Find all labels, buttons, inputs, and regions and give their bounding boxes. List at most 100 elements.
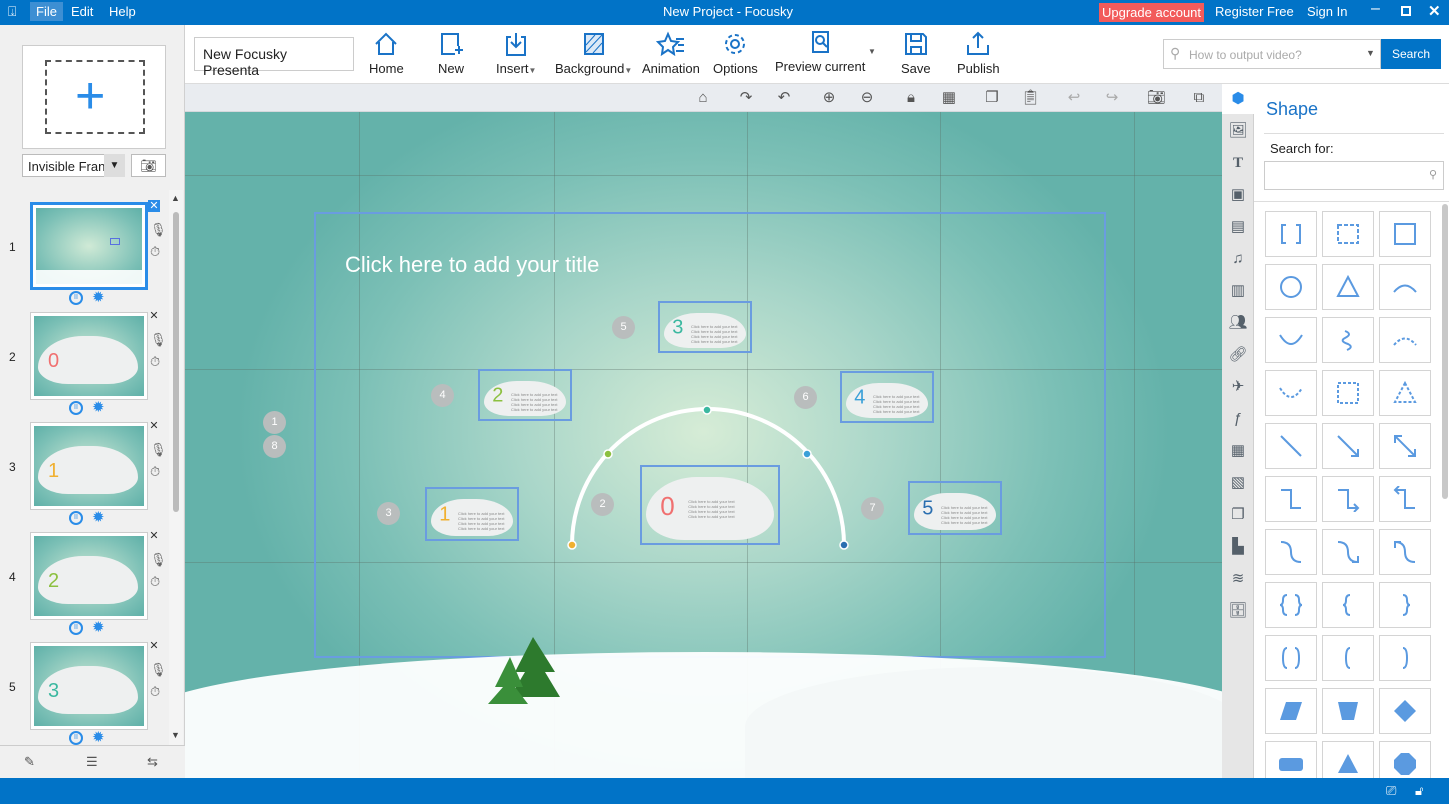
presenter-icon[interactable]: ⎚ bbox=[1386, 783, 1396, 799]
undo-icon[interactable]: ↩ bbox=[1065, 89, 1083, 107]
chart-tab-icon[interactable]: ▥ bbox=[1228, 281, 1248, 301]
search-button[interactable]: Search bbox=[1381, 39, 1441, 69]
shape-arc[interactable] bbox=[1379, 264, 1431, 310]
timer-icon[interactable]: ⏱︎ bbox=[150, 354, 160, 370]
shape-rectangle[interactable] bbox=[1379, 211, 1431, 257]
background-button[interactable]: Background▼ bbox=[555, 31, 632, 76]
plane-tab-icon[interactable]: ✈ bbox=[1228, 377, 1248, 397]
path-step-badge[interactable]: 5 bbox=[612, 316, 635, 339]
redo-icon[interactable]: ↪ bbox=[1103, 89, 1121, 107]
slide-thumbnail[interactable]: 0 bbox=[30, 312, 148, 400]
shape-dashed-curved-arrow[interactable] bbox=[1265, 370, 1317, 416]
shape-search-input[interactable]: ⚲ bbox=[1264, 161, 1444, 190]
timer-icon[interactable]: ⏱︎ bbox=[150, 244, 160, 260]
home-button[interactable]: Home bbox=[369, 31, 404, 76]
rotate-right-icon[interactable]: ↷ bbox=[737, 89, 755, 107]
slide-item[interactable]: 2 0 ✕ 🎙︎ ⏱︎ II ✹ bbox=[0, 310, 185, 422]
timer-icon[interactable]: ⏱︎ bbox=[150, 574, 160, 590]
project-name-input[interactable]: New Focusky Presenta bbox=[194, 37, 354, 78]
flash-tab-icon[interactable]: ƒ bbox=[1228, 409, 1248, 429]
presentation-canvas[interactable]: Click here to add your title 0 Click her… bbox=[185, 112, 1222, 778]
register-free-link[interactable]: Register Free bbox=[1215, 4, 1294, 19]
pause-icon[interactable]: II bbox=[69, 511, 83, 525]
insert-button[interactable]: Insert▼ bbox=[496, 31, 536, 76]
cloud-frame[interactable]: 0 Click here to add your text Click here … bbox=[640, 465, 780, 545]
shape-dashed-rectangle[interactable] bbox=[1322, 370, 1374, 416]
link-tab-icon[interactable]: 🔗︎ bbox=[1228, 345, 1248, 365]
gear-icon[interactable]: ✹ bbox=[92, 398, 105, 416]
microphone-icon[interactable]: 🎙︎ bbox=[150, 332, 167, 348]
pause-icon[interactable]: II bbox=[69, 621, 83, 635]
save-button[interactable]: Save bbox=[901, 31, 931, 76]
panel-scrollbar[interactable] bbox=[1442, 204, 1448, 499]
options-button[interactable]: Options bbox=[713, 31, 758, 76]
slide-thumbnail[interactable]: 3 bbox=[30, 642, 148, 730]
path-step-badge[interactable]: 6 bbox=[794, 386, 817, 409]
gear-icon[interactable]: ✹ bbox=[92, 288, 105, 306]
shape-left-brace[interactable] bbox=[1322, 582, 1374, 628]
shape-double-bracket[interactable] bbox=[1265, 635, 1317, 681]
people-tab-icon[interactable]: 👥︎ bbox=[1228, 313, 1248, 333]
paste-icon[interactable]: 📋︎ bbox=[1021, 89, 1040, 107]
scrollbar-thumb[interactable] bbox=[173, 212, 179, 512]
shape-diamond[interactable] bbox=[1379, 688, 1431, 734]
slide-thumbnail[interactable]: 2 bbox=[30, 532, 148, 620]
shape-trapezoid[interactable] bbox=[1322, 688, 1374, 734]
shape-curve-double-arrow[interactable] bbox=[1379, 529, 1431, 575]
shape-elbow-arrow[interactable] bbox=[1322, 476, 1374, 522]
chevron-down-icon[interactable]: ▼ bbox=[104, 154, 125, 177]
shape-dashed-corners-rect[interactable] bbox=[1322, 211, 1374, 257]
widget-tab-icon[interactable]: ▦ bbox=[1228, 441, 1248, 461]
cloud-frame[interactable]: 5 Click here to add your text Click here … bbox=[908, 481, 1002, 535]
path-step-badge[interactable]: 8 bbox=[263, 435, 286, 458]
pause-icon[interactable]: II bbox=[69, 291, 83, 305]
edit-icon[interactable]: ✎ bbox=[24, 754, 35, 770]
delete-slide-icon[interactable]: ✕ bbox=[148, 200, 160, 212]
shape-double-arrow-line[interactable] bbox=[1379, 423, 1431, 469]
delete-slide-icon[interactable]: ✕ bbox=[148, 530, 160, 542]
notes-icon[interactable]: ☰ bbox=[86, 754, 98, 770]
search-dropdown-arrow[interactable]: ▼ bbox=[1366, 48, 1375, 58]
shape-tab-icon[interactable]: ⬢ bbox=[1228, 89, 1248, 109]
shape-dashed-arc[interactable] bbox=[1379, 317, 1431, 363]
add-frame-button[interactable]: + bbox=[22, 45, 166, 149]
microphone-icon[interactable]: 🎙︎ bbox=[150, 442, 167, 458]
menu-file[interactable]: File bbox=[30, 2, 63, 21]
menu-edit[interactable]: Edit bbox=[71, 4, 93, 19]
shape-arrow-line[interactable] bbox=[1322, 423, 1374, 469]
shape-triangle[interactable] bbox=[1322, 264, 1374, 310]
music-tab-icon[interactable]: ♫ bbox=[1228, 249, 1248, 269]
upgrade-account-button[interactable]: Upgrade account bbox=[1099, 3, 1205, 22]
timer-icon[interactable]: ⏱︎ bbox=[150, 684, 160, 700]
minimize-button[interactable]: – bbox=[1371, 0, 1380, 18]
camera-icon[interactable]: 📷︎ bbox=[1147, 89, 1166, 107]
shape-curve-arrow[interactable] bbox=[1322, 529, 1374, 575]
shape-left-bracket[interactable] bbox=[1322, 635, 1374, 681]
slide-thumbnail[interactable]: 1 bbox=[30, 422, 148, 510]
shape-parallelogram[interactable] bbox=[1265, 688, 1317, 734]
gear-icon[interactable]: ✹ bbox=[92, 618, 105, 636]
title-placeholder[interactable]: Click here to add your title bbox=[345, 252, 599, 278]
shape-elbow-double-arrow[interactable] bbox=[1379, 476, 1431, 522]
zoom-in-icon[interactable]: ⊕ bbox=[820, 89, 838, 107]
image-tab-icon[interactable]: 🖼︎ bbox=[1228, 121, 1248, 141]
shape-curve-connector[interactable] bbox=[1265, 529, 1317, 575]
animation-button[interactable]: Animation bbox=[642, 31, 700, 76]
cloud-frame[interactable]: 1 Click here to add your text Click here … bbox=[425, 487, 519, 541]
delete-slide-icon[interactable]: ✕ bbox=[148, 420, 160, 432]
lock-icon[interactable]: 🔒︎ bbox=[902, 89, 920, 107]
shape-curved-arrow[interactable] bbox=[1265, 317, 1317, 363]
menu-help[interactable]: Help bbox=[109, 4, 136, 19]
cloud-frame[interactable]: 3 Click here to add your text Click here … bbox=[658, 301, 752, 353]
copy-icon[interactable]: ❐ bbox=[983, 89, 1001, 107]
layers-tab-icon[interactable]: ≋ bbox=[1228, 569, 1248, 589]
shape-line[interactable] bbox=[1265, 423, 1317, 469]
microphone-icon[interactable]: 🎙︎ bbox=[150, 552, 167, 568]
text-tab-icon[interactable]: T bbox=[1228, 153, 1248, 173]
gear-icon[interactable]: ✹ bbox=[92, 728, 105, 745]
window-icon[interactable]: ⧉ bbox=[1190, 89, 1208, 107]
new-button[interactable]: New bbox=[438, 31, 464, 76]
slide-item[interactable]: 3 1 ✕ 🎙︎ ⏱︎ II ✹ bbox=[0, 420, 185, 532]
home-view-icon[interactable]: ⌂ bbox=[694, 89, 712, 107]
shape-squiggle[interactable] bbox=[1322, 317, 1374, 363]
